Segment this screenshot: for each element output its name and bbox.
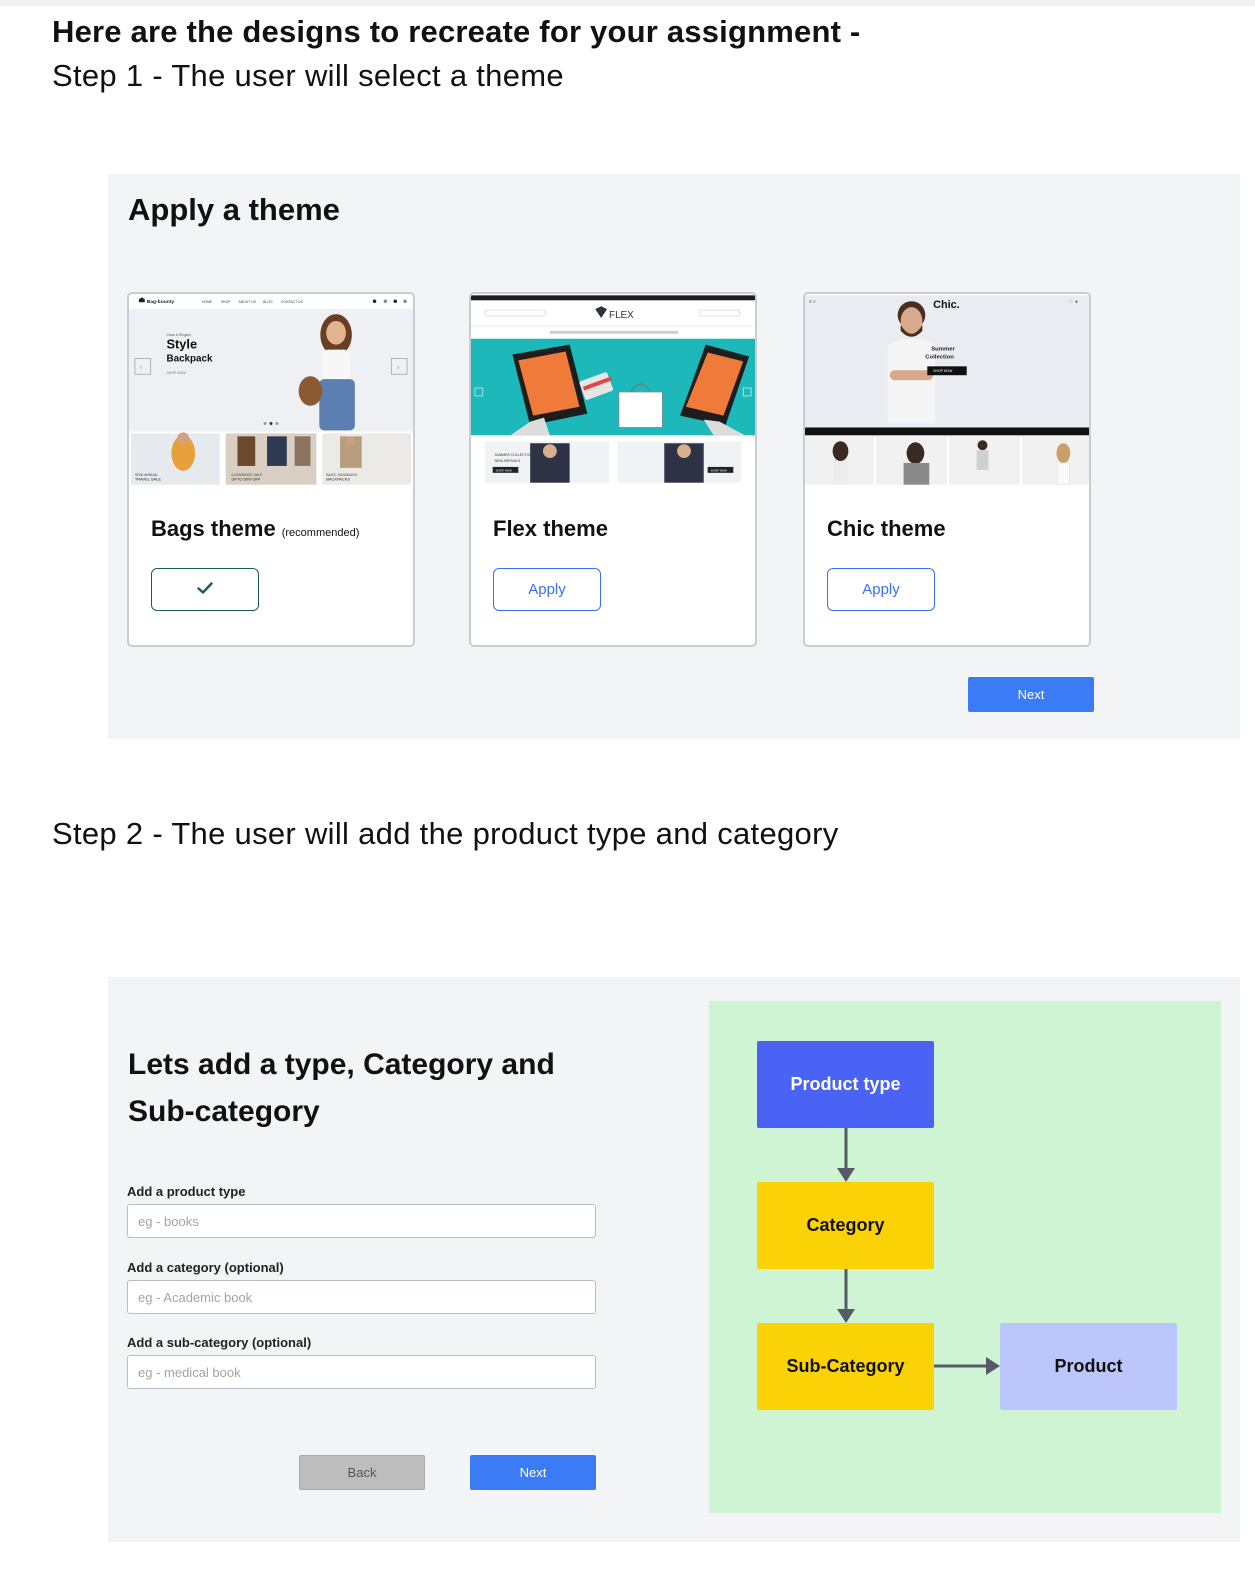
flex-tile1-label: SUMMER COLLECTION bbox=[495, 453, 534, 457]
bags-preview-nav-blog: BLOG bbox=[263, 300, 273, 304]
step-2-caption: Step 2 - The user will add the product t… bbox=[52, 816, 839, 851]
theme-card-bags: Bag-bounty HOME SHOP ABOUT US BLOG CONTA… bbox=[127, 292, 415, 647]
category-node: Category bbox=[757, 1182, 934, 1269]
top-divider bbox=[0, 0, 1255, 6]
bags-theme-selected-button[interactable] bbox=[151, 568, 259, 611]
bags-theme-name: Bags theme bbox=[151, 516, 276, 541]
theme-card-chic: ≡ ⌕ Chic. ♡ ● Summer Collection SHOP NOW bbox=[803, 292, 1091, 647]
step-1-caption: Step 1 - The user will select a theme bbox=[52, 58, 564, 93]
svg-text:≡ ⌕: ≡ ⌕ bbox=[809, 300, 816, 305]
product-node: Product bbox=[1000, 1323, 1177, 1410]
bags-tile2-label2: UPTO 50% OFF bbox=[232, 477, 261, 482]
chic-preview-headline-2: Collection bbox=[925, 354, 954, 360]
bags-tile1-label2: TRAVEL SALE bbox=[135, 477, 161, 482]
hierarchy-diagram: Product type Category Sub-Category Produ… bbox=[709, 1001, 1221, 1513]
bags-preview-brand: Bag-bounty bbox=[147, 299, 175, 305]
chic-preview-cta: SHOP NOW bbox=[933, 369, 953, 373]
svg-text:♡ ●: ♡ ● bbox=[1069, 299, 1078, 305]
flex-theme-preview: FLEX SUMMER COLLECTION NEW ARRIVALS SHOP… bbox=[471, 294, 755, 487]
type-next-button[interactable]: Next bbox=[470, 1455, 596, 1490]
category-label: Add a category (optional) bbox=[127, 1260, 284, 1275]
product-type-panel: Lets add a type, Category and Sub-catego… bbox=[108, 977, 1240, 1542]
back-button[interactable]: Back bbox=[299, 1455, 425, 1490]
bags-preview-nav-home: HOME bbox=[202, 300, 213, 304]
bags-tile3-label2: BACKPACKS bbox=[326, 477, 350, 482]
theme-selection-panel: Apply a theme Bag-bounty HOME SHOP ABOUT… bbox=[108, 174, 1240, 739]
theme-next-button[interactable]: Next bbox=[968, 677, 1094, 712]
recommended-note: (recommended) bbox=[281, 527, 360, 539]
chic-preview-headline-1: Summer bbox=[931, 347, 955, 353]
bags-theme-title: Bags theme (recommended) bbox=[151, 516, 359, 542]
bags-preview-nav-contact: CONTACT US bbox=[281, 300, 304, 304]
assignment-heading: Here are the designs to recreate for you… bbox=[52, 14, 861, 49]
add-type-heading: Lets add a type, Category and Sub-catego… bbox=[128, 1048, 555, 1128]
apply-theme-heading: Apply a theme bbox=[128, 192, 340, 227]
sub-category-node: Sub-Category bbox=[757, 1323, 934, 1410]
flex-tile1-sub: NEW ARRIVALS bbox=[495, 459, 521, 463]
bags-preview-nav-shop: SHOP bbox=[221, 300, 231, 304]
flex-theme-apply-button[interactable]: Apply bbox=[493, 568, 601, 611]
flex-tile2-cta: SHOP NOW bbox=[711, 468, 727, 472]
bags-preview-nav-about: ABOUT US bbox=[238, 300, 256, 304]
product-type-input[interactable] bbox=[127, 1204, 596, 1238]
product-type-label: Add a product type bbox=[127, 1184, 246, 1199]
chic-theme-apply-button[interactable]: Apply bbox=[827, 568, 935, 611]
bags-preview-subline: Backpack bbox=[166, 353, 213, 364]
chic-theme-preview: ≡ ⌕ Chic. ♡ ● Summer Collection SHOP NOW bbox=[805, 294, 1089, 487]
theme-card-flex: FLEX SUMMER COLLECTION NEW ARRIVALS SHOP… bbox=[469, 292, 757, 647]
flex-tile1-cta: SHOP NOW bbox=[496, 468, 512, 472]
sub-category-input[interactable] bbox=[127, 1355, 596, 1389]
chic-preview-logo: Chic. bbox=[933, 299, 959, 311]
svg-text:›: › bbox=[397, 364, 399, 371]
flex-preview-logo: FLEX bbox=[609, 310, 634, 321]
bags-preview-headline: Style bbox=[166, 337, 197, 352]
sub-category-label: Add a sub-category (optional) bbox=[127, 1335, 312, 1350]
bags-preview-cta: SHOP NOW bbox=[166, 371, 186, 375]
checkmark-icon bbox=[197, 582, 213, 594]
product-type-node: Product type bbox=[757, 1041, 934, 1128]
svg-text:‹: ‹ bbox=[140, 364, 142, 371]
chic-theme-title: Chic theme bbox=[827, 516, 946, 541]
flex-theme-title: Flex theme bbox=[493, 516, 608, 541]
bags-theme-preview: Bag-bounty HOME SHOP ABOUT US BLOG CONTA… bbox=[129, 294, 413, 487]
category-input[interactable] bbox=[127, 1280, 596, 1314]
